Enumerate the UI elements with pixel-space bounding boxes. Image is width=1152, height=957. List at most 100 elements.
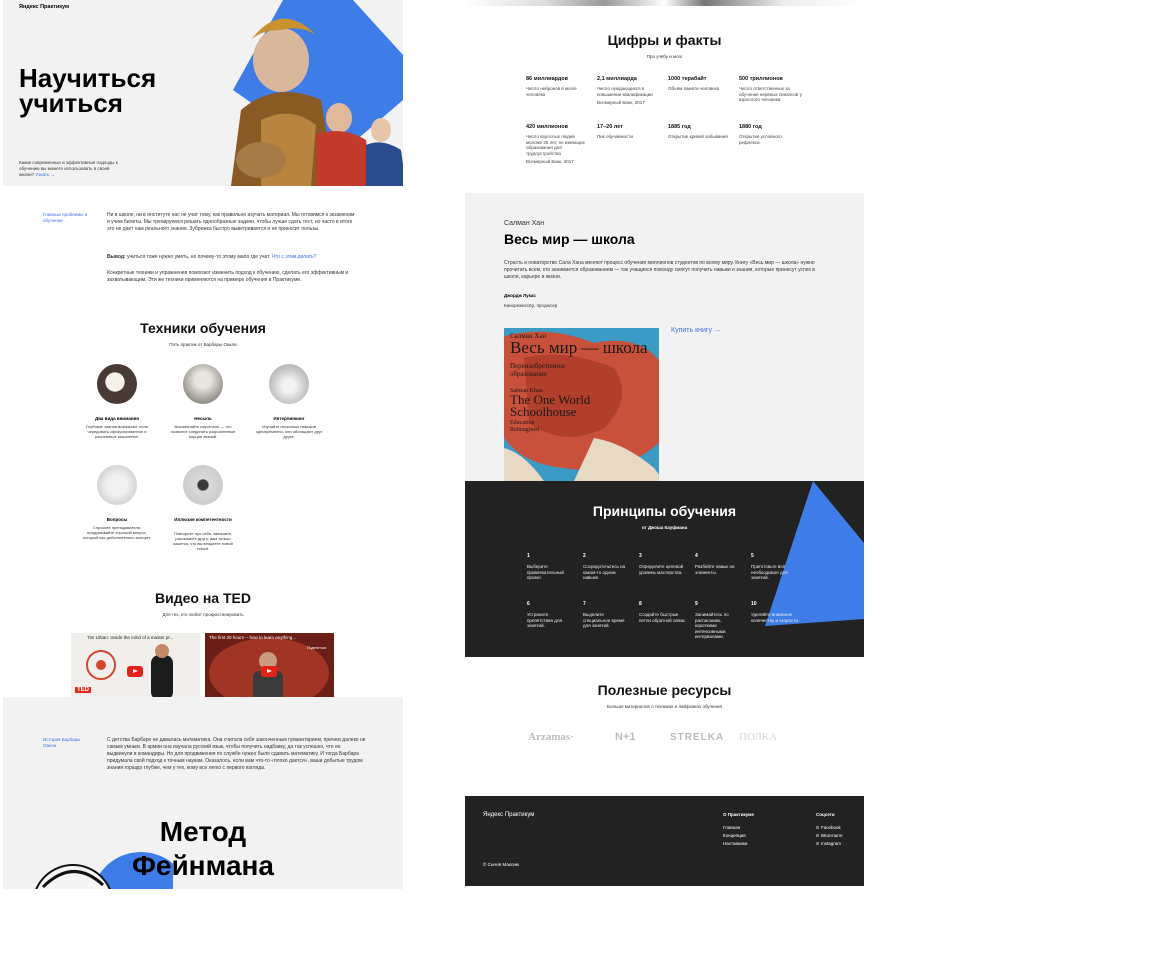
hero-title: Научиться учиться xyxy=(19,65,156,118)
technique-desc: Изучайте несколько навыков одновременно,… xyxy=(255,424,323,439)
fact-item: 1880 год Открытие условного рефлекса xyxy=(739,124,782,145)
technique-image xyxy=(183,364,223,404)
resources-subtitle: Больше материалов о техниках и лайфхаках… xyxy=(607,704,722,709)
nplus1-logo[interactable]: N+1 xyxy=(615,731,636,743)
resources-title: Полезные ресурсы xyxy=(597,682,732,698)
arzamas-logo[interactable]: Arzamas· xyxy=(528,731,574,743)
fact-item: 420 миллионов Число взрослых людей молож… xyxy=(526,124,585,164)
principles-section: Принципы обучения от Джоша Кауфмана 1 Выб… xyxy=(465,481,864,657)
footer-brand[interactable]: Яндекс Практикум xyxy=(483,812,534,818)
hero-title-line2: учиться xyxy=(19,88,123,118)
intro-conclusion: Вывод: учиться тоже нужно уметь, но поче… xyxy=(107,254,317,260)
technique-image xyxy=(183,465,223,505)
feynman-title-line2: Фейнмана xyxy=(132,850,274,881)
technique-name: Интерлинкинг xyxy=(273,416,305,421)
fact-item: 1000 терабайт Объём памяти человека xyxy=(668,76,720,91)
polka-logo[interactable]: ПОЛКА xyxy=(739,731,777,743)
technique-desc: Повторите про себя, запишите, расскажите… xyxy=(173,531,233,551)
share-button[interactable]: Поделиться xyxy=(307,645,326,651)
hero-learn-link[interactable]: Узнать → xyxy=(35,172,55,177)
principle-item: 6 Устраните препятствия для занятий. xyxy=(527,601,562,628)
resources-section: Полезные ресурсы Больше материалов о тех… xyxy=(465,657,864,796)
previous-section-image xyxy=(465,0,864,6)
feynman-title: Метод Фейнмана xyxy=(103,815,303,883)
cover-text: Салман Хан Весь мир — школа Переизобрете… xyxy=(510,332,648,433)
video-title[interactable]: The first 20 hours -- how to learn anyth… xyxy=(209,635,309,641)
book-title: Весь мир — школа xyxy=(504,231,635,247)
principle-item: 7 Выделите специальное время для занятий. xyxy=(583,601,625,628)
technique-desc: Спросите преподавателя, придумывайте хор… xyxy=(83,525,151,540)
technique-name: Вопросы xyxy=(106,517,128,522)
footer-social-links: Facebook ВКонтакте Instagram xyxy=(816,824,843,848)
brand-logo[interactable]: Яндекс Практикум xyxy=(19,4,69,11)
techniques-title: Техники обучения xyxy=(140,320,266,336)
play-button-icon[interactable] xyxy=(127,666,143,677)
principle-item: 1 Выберите привлекательный проект. xyxy=(527,553,564,580)
principles-title: Принципы обучения xyxy=(592,503,737,519)
technique-desc: Глубокие знания возникают, если чередова… xyxy=(85,424,149,439)
principle-item: 3 Определите целевой уровень мастерства. xyxy=(639,553,684,575)
hero-description: Какие современные и эффективные подходы … xyxy=(19,160,118,177)
techniques-subtitle: Пять практик от Барбары Оакли xyxy=(169,342,237,347)
intro-paragraph-2: Конкретные техники и упражнения помогают… xyxy=(107,270,349,283)
footer-link-mentors[interactable]: Наставники xyxy=(723,840,747,848)
strelka-logo[interactable]: STRELKA xyxy=(670,732,724,743)
principle-item: 4 Разбейте навык на элементы. xyxy=(695,553,735,575)
ted-subtitle: Для тех, кто любит прокрастинировать xyxy=(162,612,244,617)
play-button-icon[interactable] xyxy=(261,666,277,677)
intro-section: Главные проблемы в обучении Ни в школе, … xyxy=(3,186,403,711)
facts-subtitle: Про учёбу и мозг xyxy=(646,54,683,59)
vk-link[interactable]: ВКонтакте xyxy=(816,832,843,840)
fact-item: 500 триллионов Число ответственных за об… xyxy=(739,76,802,102)
facts-title: Цифры и факты xyxy=(607,32,722,48)
fact-item: 2,1 миллиарда Число нуждающихся в повыше… xyxy=(597,76,653,105)
hero-section: Яндекс Практикум Научиться учиться Какие… xyxy=(3,0,403,186)
fact-item: 86 миллиардов Число нейронов в мозге чел… xyxy=(526,76,577,97)
intro-paragraph-1: Ни в школе, ни в институте нас не учат т… xyxy=(107,212,355,232)
principle-item: 8 Создайте быстрые петли обратной связи. xyxy=(639,601,686,623)
fact-item: 1885 год Открытие кривой забывания xyxy=(668,124,728,139)
instagram-icon xyxy=(816,842,819,845)
principles-subtitle: от Джоша Кауфмана xyxy=(641,525,688,530)
salman-section: Салман Хан Весь мир — школа Страсть и но… xyxy=(465,193,864,481)
facebook-link[interactable]: Facebook xyxy=(816,824,843,832)
book-cover[interactable]: Салман Хан Весь мир — школа Переизобрете… xyxy=(504,328,659,481)
book-description: Страсть и новаторство Сала Хана меняют п… xyxy=(504,260,815,280)
principle-item: 10 Уделяйте внимание количеству и скорост… xyxy=(751,601,800,623)
quote-author: Джордж Лукас xyxy=(504,293,536,298)
footer-link-concept[interactable]: Концепция xyxy=(723,832,747,840)
conclusion-link[interactable]: Что с этим делать? xyxy=(272,254,317,260)
side-link-problems[interactable]: Главные проблемы в обучении xyxy=(43,212,89,224)
facts-section: Цифры и факты Про учёбу и мозг 86 миллиа… xyxy=(465,0,864,192)
principle-item: 9 Занимайтесь по расписанию, короткими ин… xyxy=(695,601,729,639)
technique-image xyxy=(97,364,137,404)
feynman-title-line1: Метод xyxy=(159,816,247,847)
technique-image xyxy=(97,465,137,505)
side-link-barbara[interactable]: История Барбары Оакли xyxy=(43,737,89,749)
ted-title: Видео на TED xyxy=(155,590,251,606)
feynman-section: История Барбары Оакли С детства Барбаре … xyxy=(3,697,403,889)
barbara-paragraph: С детства Барбаре не давалась математика… xyxy=(107,737,366,771)
footer-link-home[interactable]: Главная xyxy=(723,824,747,832)
buy-book-link[interactable]: Купить книгу → xyxy=(671,327,721,334)
technique-desc: Вспоминайте изученное — это позволит сое… xyxy=(170,424,236,439)
footer: Яндекс Практикум © Сычев Максим О Практи… xyxy=(465,796,864,886)
footer-about-title: О Практикуме xyxy=(723,812,754,817)
principle-item: 2 Сосредоточьтесь на каком-то одном навык… xyxy=(583,553,626,580)
book-author: Салман Хан xyxy=(504,220,545,227)
footer-about-links: Главная Концепция Наставники xyxy=(723,824,747,848)
technique-image xyxy=(269,364,309,404)
technique-name: Несыпь xyxy=(194,416,212,421)
hero-painting xyxy=(231,18,403,186)
quote-role: Кинорежиссёр, продюсер xyxy=(504,303,558,308)
facebook-icon xyxy=(816,826,819,829)
fact-item: 17–20 лет Пик обучаемости xyxy=(597,124,633,139)
footer-copyright: © Сычев Максим xyxy=(483,862,519,867)
principle-item: 5 Приготовьте всё необходимое для занятий… xyxy=(751,553,788,580)
technique-name: Иллюзия компетентности xyxy=(174,517,232,522)
ted-logo: TED xyxy=(75,687,91,693)
technique-name: Два вида внимания xyxy=(95,416,139,421)
instagram-link[interactable]: Instagram xyxy=(816,840,843,848)
vk-icon xyxy=(816,834,819,837)
video-title[interactable]: Tim Urban: Inside the mind of a master p… xyxy=(87,635,197,641)
